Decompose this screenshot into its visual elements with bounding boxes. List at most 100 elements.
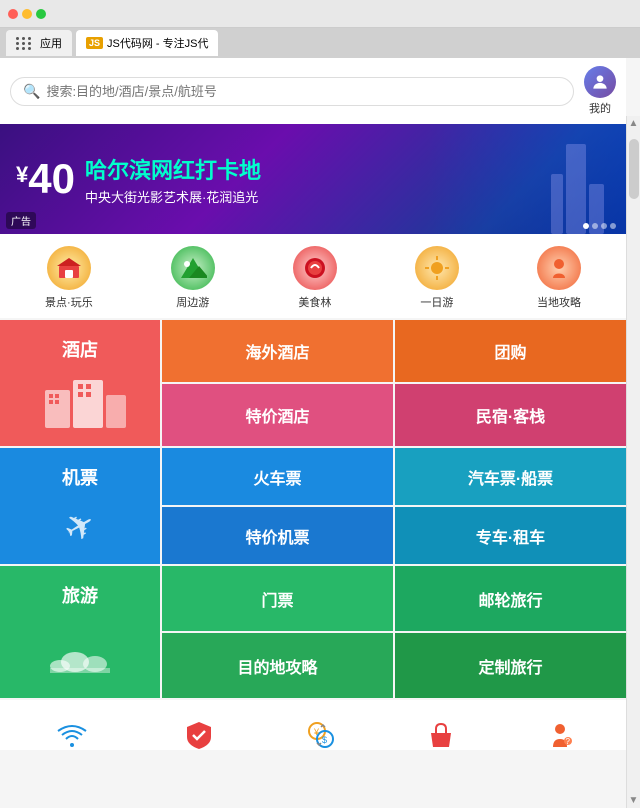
- banner[interactable]: ¥40 哈尔滨网红打卡地 中央大街光影艺术展·花润追光 广告: [0, 124, 626, 234]
- wifi-svg: [56, 719, 88, 750]
- banner-title: 哈尔滨网红打卡地: [85, 153, 261, 185]
- tab-apps-label: 应用: [40, 35, 62, 51]
- hotel-label: 酒店: [62, 336, 98, 362]
- categories-row: 景点·玩乐 周边游: [0, 234, 626, 318]
- user-label: 我的: [589, 100, 611, 116]
- hotel-building-svg: [40, 370, 130, 430]
- tab-jscode-label: JS代码网 - 专注JS代: [107, 35, 208, 51]
- cat-nearby-label: 周边游: [176, 294, 209, 310]
- wifi-icon: [51, 714, 93, 750]
- tab-bar: 应用 JS JS代码网 - 专注JS代: [0, 28, 640, 58]
- window-controls: [8, 9, 46, 19]
- cell-bnb[interactable]: 民宿·客栈: [395, 384, 626, 446]
- cell-custom-travel[interactable]: 定制旅行: [395, 633, 626, 698]
- search-input-wrap[interactable]: 🔍: [10, 77, 574, 106]
- cat-guide-icon: [537, 246, 581, 290]
- icon-shopping[interactable]: 购物: [420, 714, 462, 750]
- scroll-down-arrow[interactable]: ▼: [627, 793, 640, 808]
- browser-bar: [0, 0, 640, 28]
- cell-bus-boat[interactable]: 汽车票·船票: [395, 448, 626, 505]
- mountain-icon: [179, 254, 207, 282]
- user-icon: [590, 72, 610, 92]
- cat-daytrip-icon: [415, 246, 459, 290]
- minimize-button-dot[interactable]: [22, 9, 32, 19]
- icon-insurance[interactable]: 保险·签证: [175, 714, 223, 750]
- cat-food-label: 美食林: [298, 294, 331, 310]
- guide-icon: [545, 254, 573, 282]
- icon-currency[interactable]: ¥ $ 外币兑换: [299, 714, 343, 750]
- cat-nearby-icon: [171, 246, 215, 290]
- banner-price: ¥40: [16, 158, 75, 200]
- cat-daytrip[interactable]: 一日游: [415, 246, 459, 310]
- airline-left[interactable]: 机票 ✈: [0, 448, 160, 564]
- cat-attractions-label: 景点·玩乐: [45, 294, 93, 310]
- temple-icon: [55, 254, 83, 282]
- cell-overseas-hotel[interactable]: 海外酒店: [162, 320, 393, 382]
- banner-subtitle: 中央大街光影艺术展·花润追光: [85, 187, 261, 206]
- svg-text:?: ?: [565, 737, 570, 746]
- search-bar: 🔍 我的: [0, 58, 626, 124]
- banner-ad-tag: 广告: [6, 212, 36, 229]
- currency-svg: ¥ $: [305, 719, 337, 750]
- scroll-up-arrow[interactable]: ▲: [627, 116, 640, 131]
- page-wrapper: 🔍 我的 ¥40 哈尔滨网红打卡地 中央大街光影艺术展·花润追光: [0, 58, 640, 750]
- bag-svg: [425, 719, 457, 750]
- currency-icon: ¥ $: [300, 714, 342, 750]
- hotel-section: 酒店: [0, 320, 626, 446]
- cat-attractions-icon: [47, 246, 91, 290]
- tab-jscode[interactable]: JS JS代码网 - 专注JS代: [76, 30, 218, 56]
- icon-wifi[interactable]: WiFi电话卡: [44, 714, 99, 750]
- close-button-dot[interactable]: [8, 9, 18, 19]
- airline-section: 机票 ✈ 火车票 汽车票·船票 特价机票 专车·租车: [0, 448, 626, 564]
- cell-budget-hotel[interactable]: 特价酒店: [162, 384, 393, 446]
- small-icons-row1: WiFi电话卡 保险·签证 ¥ $: [0, 700, 626, 750]
- guide-svg: ?: [544, 719, 576, 750]
- travel-label: 旅游: [62, 582, 98, 608]
- svg-text:$: $: [322, 735, 327, 745]
- cell-tickets[interactable]: 门票: [162, 566, 393, 631]
- cell-cruise[interactable]: 邮轮旅行: [395, 566, 626, 631]
- travel-section: 旅游 门票 邮轮旅行 目的地攻略 定制旅: [0, 566, 626, 698]
- js-icon: JS: [86, 37, 103, 49]
- maximize-button-dot[interactable]: [36, 9, 46, 19]
- sun-icon: [423, 254, 451, 282]
- content-area[interactable]: 🔍 我的 ¥40 哈尔滨网红打卡地 中央大街光影艺术展·花润追光: [0, 58, 626, 750]
- search-input[interactable]: [46, 84, 561, 99]
- opera-icon: [50, 624, 110, 682]
- cell-budget-flight[interactable]: 特价机票: [162, 507, 393, 564]
- search-icon: 🔍: [23, 83, 40, 100]
- apps-grid-icon: [16, 37, 32, 50]
- cat-food-icon: [293, 246, 337, 290]
- banner-dots: [583, 223, 616, 229]
- shield-svg: [183, 719, 215, 750]
- cell-car-rental[interactable]: 专车·租车: [395, 507, 626, 564]
- cat-nearby[interactable]: 周边游: [171, 246, 215, 310]
- icon-local-guide[interactable]: ? 当地向导: [538, 714, 582, 750]
- cell-destination-guide[interactable]: 目的地攻略: [162, 633, 393, 698]
- scroll-thumb[interactable]: [629, 139, 639, 199]
- banner-text: 哈尔滨网红打卡地 中央大街光影艺术展·花润追光: [85, 153, 261, 206]
- cat-guide-label: 当地攻略: [537, 294, 581, 310]
- tab-apps[interactable]: 应用: [6, 30, 72, 56]
- cell-group-buy[interactable]: 团购: [395, 320, 626, 382]
- user-avatar-wrap[interactable]: 我的: [584, 66, 616, 116]
- cat-guide[interactable]: 当地攻略: [537, 246, 581, 310]
- food-icon: [301, 254, 329, 282]
- opera-house-svg: [50, 624, 110, 674]
- banner-yen-symbol: ¥: [16, 164, 28, 186]
- avatar: [584, 66, 616, 98]
- local-guide-icon: ?: [539, 714, 581, 750]
- cat-food[interactable]: 美食林: [293, 246, 337, 310]
- airline-label: 机票: [62, 464, 98, 490]
- hotel-illustration: [40, 370, 120, 430]
- cell-train[interactable]: 火车票: [162, 448, 393, 505]
- plane-icon: ✈: [56, 501, 103, 552]
- shopping-icon: [420, 714, 462, 750]
- cat-attractions[interactable]: 景点·玩乐: [45, 246, 93, 310]
- hotel-left[interactable]: 酒店: [0, 320, 160, 446]
- travel-left[interactable]: 旅游: [0, 566, 160, 698]
- insurance-icon: [178, 714, 220, 750]
- scrollbar[interactable]: ▲ ▼: [626, 116, 640, 808]
- cat-daytrip-label: 一日游: [420, 294, 453, 310]
- banner-silhouette: [546, 134, 606, 234]
